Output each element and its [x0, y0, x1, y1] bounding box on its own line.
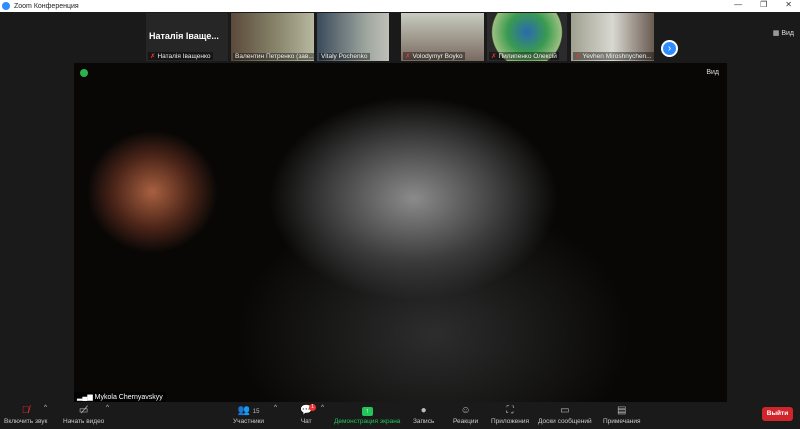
- participant-name: Yevhen Miroshnychen...: [582, 53, 652, 60]
- chat-caret[interactable]: ^: [321, 404, 324, 411]
- mic-muted-icon: ✗: [405, 53, 411, 60]
- notes-button[interactable]: ▤ Примечания: [603, 404, 641, 425]
- main-video: Вид ▂▄▆ Mykola Chernyavskyy: [74, 63, 727, 402]
- reactions-label: Реакции: [453, 418, 479, 425]
- share-screen-button[interactable]: ↑ Демонстрация экрана: [334, 404, 400, 425]
- next-page-button[interactable]: ›: [661, 40, 678, 57]
- participant-name: Наталія Іващенко: [157, 53, 211, 60]
- whiteboards-label: Доски сообщений: [538, 418, 592, 425]
- notes-icon: ▤: [617, 405, 627, 416]
- chat-badge: 1: [309, 404, 316, 411]
- meeting-toolbar: 🎙̸ Включить звук ^ ▭̸ Начать видео ^ 👥 15 У…: [0, 402, 800, 429]
- record-icon: ●: [420, 405, 427, 416]
- whiteboard-icon: ▭: [560, 405, 570, 416]
- gallery-strip: Наталія Іващe... ✗ Наталія Іващенко Вален…: [0, 12, 800, 63]
- chat-button[interactable]: 💬 1 Чат: [300, 404, 316, 425]
- mic-muted-icon: ✗: [491, 53, 497, 60]
- participant-tile[interactable]: Наталія Іващe... ✗ Наталія Іващенко: [146, 13, 228, 61]
- reactions-button[interactable]: ☺ Реакции: [453, 404, 478, 425]
- window-title: Zoom Конференция: [14, 2, 79, 10]
- start-video-button[interactable]: ▭̸ Начать видео: [63, 404, 104, 425]
- maximize-button[interactable]: ❐: [760, 0, 767, 9]
- close-button[interactable]: ✕: [785, 0, 792, 9]
- signal-icon: ▂▄▆: [77, 394, 95, 401]
- participant-name: Volodymyr Boyko: [412, 53, 463, 60]
- minimize-button[interactable]: —: [734, 0, 742, 9]
- view-button[interactable]: ▦ Вид: [773, 29, 794, 37]
- participants-count: 15: [252, 409, 260, 415]
- participant-tile[interactable]: ✗ Yevhen Miroshnychen...: [571, 13, 654, 61]
- participant-tile[interactable]: ✗ Пилипенко Олексій: [487, 13, 567, 61]
- apps-button[interactable]: ⛶ Приложения: [491, 404, 529, 425]
- participants-button[interactable]: 👥 15 Участники: [233, 404, 264, 425]
- video-options-caret[interactable]: ^: [106, 404, 109, 411]
- audio-options-caret[interactable]: ^: [44, 404, 47, 411]
- view-button[interactable]: Вид: [706, 69, 719, 76]
- leave-button[interactable]: Выйти: [762, 407, 793, 421]
- apps-label: Приложения: [491, 418, 530, 425]
- zoom-logo-icon: [2, 2, 10, 10]
- participant-tile[interactable]: Валентин Петренко (зав...: [231, 13, 314, 61]
- participant-name: Валентин Петренко (зав...: [235, 53, 314, 60]
- participants-label: Участники: [233, 418, 265, 425]
- notes-label: Примечания: [603, 418, 641, 425]
- unmute-label: Включить звук: [4, 418, 48, 425]
- mic-muted-icon: 🎙̸: [21, 405, 30, 416]
- start-video-label: Начать видео: [63, 418, 105, 425]
- share-screen-icon: ↑: [361, 407, 373, 416]
- featured-name: Наталія Іващe...: [149, 31, 219, 41]
- title-bar: Zoom Конференция — ❐ ✕: [0, 0, 800, 12]
- apps-icon: ⛶: [506, 405, 514, 416]
- speaker-label: ▂▄▆ Mykola Chernyavskyy: [74, 392, 166, 402]
- participant-name: Пилипенко Олексій: [498, 53, 557, 60]
- view-label: Вид: [781, 30, 794, 37]
- mic-muted-icon: ✗: [575, 53, 581, 60]
- participant-tile[interactable]: Vitaly Pochenko: [317, 13, 389, 61]
- shield-icon: [80, 69, 88, 77]
- participant-tile[interactable]: ✗ Volodymyr Boyko: [401, 13, 484, 61]
- record-button[interactable]: ● Запись: [413, 404, 434, 425]
- whiteboards-button[interactable]: ▭ Доски сообщений: [538, 404, 592, 425]
- reactions-icon: ☺: [460, 405, 471, 416]
- participants-caret[interactable]: ^: [274, 404, 277, 411]
- video-off-icon: ▭̸: [78, 405, 89, 416]
- mic-muted-icon: ✗: [150, 53, 156, 60]
- unmute-button[interactable]: 🎙̸ Включить звук: [4, 404, 47, 425]
- participant-name: Vitaly Pochenko: [321, 53, 368, 60]
- chat-label: Чат: [300, 418, 312, 425]
- participants-icon: 👥: [237, 405, 251, 416]
- speaker-name: Mykola Chernyavskyy: [94, 394, 163, 401]
- record-label: Запись: [413, 418, 435, 425]
- share-label: Демонстрация экрана: [334, 418, 401, 425]
